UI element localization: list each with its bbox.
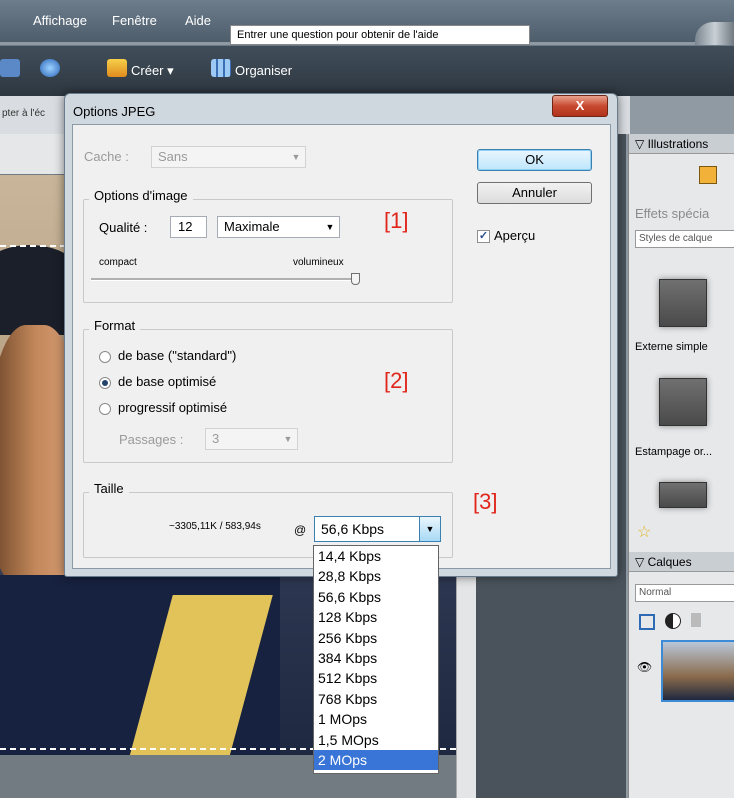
speed-option[interactable]: 1,5 MOps xyxy=(314,730,438,750)
dialog-title: Options JPEG xyxy=(73,104,156,119)
quality-label: Qualité : xyxy=(99,220,148,235)
menu-item-aide[interactable]: Aide xyxy=(185,13,211,28)
effect-thumbnail-2[interactable] xyxy=(659,378,707,426)
annotation-2: [2] xyxy=(384,368,409,393)
quality-preset-value: Maximale xyxy=(224,219,280,234)
matte-value: Sans xyxy=(158,149,188,164)
size-legend: Taille xyxy=(89,481,129,496)
scans-select: 3 ▼ xyxy=(205,428,298,450)
menu-bar: Affichage Fenêtre Aide Entrer une questi… xyxy=(0,0,734,45)
illustrations-icon[interactable] xyxy=(699,166,717,184)
ok-button[interactable]: OK xyxy=(477,149,592,171)
connection-speed-list: 14,4 Kbps 28,8 Kbps 56,6 Kbps 128 Kbps 256 K… xyxy=(313,545,439,774)
cancel-button[interactable]: Annuler xyxy=(477,182,592,204)
radio-label-baseline-optimized[interactable]: de base optimisé xyxy=(118,374,216,389)
close-button[interactable]: X xyxy=(552,95,608,117)
speed-option[interactable]: 56,6 Kbps xyxy=(314,587,438,607)
adjustment-layer-icon[interactable] xyxy=(665,613,681,629)
collapse-triangle-icon: ▽ xyxy=(635,555,645,569)
favorite-star-icon[interactable]: ☆ xyxy=(637,522,651,542)
collapse-triangle-icon: ▽ xyxy=(635,137,645,151)
radio-baseline-standard[interactable] xyxy=(99,351,111,363)
share-globe-icon[interactable] xyxy=(40,59,60,77)
menu-item-affichage[interactable]: Affichage xyxy=(33,13,87,28)
radio-label-progressive[interactable]: progressif optimisé xyxy=(118,400,227,415)
quality-slider-track[interactable] xyxy=(91,278,356,281)
blend-mode-select[interactable]: Normal xyxy=(635,584,734,602)
radio-label-baseline-standard[interactable]: de base ("standard") xyxy=(118,348,236,363)
speed-option[interactable]: 2 MOps xyxy=(314,749,438,771)
quality-preset-select[interactable]: Maximale ▼ xyxy=(217,216,340,238)
effect-label-2: Estampage or... xyxy=(635,446,713,458)
right-panel: ▽ Illustrations Effets spécia Styles de … xyxy=(628,134,734,798)
menu-item-fenetre[interactable]: Fenêtre xyxy=(112,13,157,28)
effect-label-1: Externe simple xyxy=(635,341,708,353)
size-estimate: ~3305,11K / 583,94s xyxy=(169,521,261,532)
speed-option[interactable]: 14,4 Kbps xyxy=(314,546,438,566)
speed-option[interactable]: 768 Kbps xyxy=(314,689,438,709)
help-search-input[interactable]: Entrer une question pour obtenir de l'ai… xyxy=(230,25,530,45)
quality-slider-thumb[interactable] xyxy=(351,273,360,285)
radio-progressive[interactable] xyxy=(99,403,111,415)
eye-icon[interactable]: 👁 xyxy=(637,660,652,674)
speed-option[interactable]: 1 MOps xyxy=(314,709,438,729)
speed-option[interactable]: 28,8 Kbps xyxy=(314,566,438,586)
layers-header[interactable]: ▽ Calques xyxy=(629,552,734,572)
illustrations-header[interactable]: ▽ Illustrations xyxy=(629,134,734,154)
speed-option[interactable]: 512 Kbps xyxy=(314,668,438,688)
scans-label: Passages : xyxy=(119,432,184,447)
effect-thumbnail-3[interactable] xyxy=(659,482,707,508)
annotation-1: [1] xyxy=(384,208,409,233)
format-legend: Format xyxy=(89,318,141,333)
preview-label[interactable]: Aperçu xyxy=(494,228,535,243)
trash-icon[interactable] xyxy=(691,613,701,627)
image-options-legend: Options d'image xyxy=(89,188,193,203)
quality-input[interactable]: 12 xyxy=(170,216,207,238)
jpeg-options-dialog: Options JPEG X Cache : Sans ▼ Options d'… xyxy=(64,93,618,577)
layers-label: Calques xyxy=(647,555,692,569)
new-layer-icon[interactable] xyxy=(639,614,655,630)
effect-thumbnail-1[interactable] xyxy=(659,279,707,327)
matte-select: Sans ▼ xyxy=(151,146,306,168)
illustrations-label: Illustrations xyxy=(647,137,709,151)
at-symbol: @ xyxy=(294,523,307,537)
speed-option[interactable]: 128 Kbps xyxy=(314,607,438,627)
styles-select[interactable]: Styles de calque xyxy=(635,230,734,248)
speed-option[interactable]: 256 Kbps xyxy=(314,628,438,648)
connection-speed-select[interactable]: 56,6 Kbps ▼ xyxy=(314,516,441,542)
fit-screen-button[interactable]: pter à l'éc xyxy=(2,108,45,119)
slider-min-label: compact xyxy=(99,257,137,268)
chevron-down-icon: ▼ xyxy=(283,434,293,444)
open-icon[interactable] xyxy=(0,59,20,77)
preview-checkbox[interactable]: ✓ xyxy=(477,230,490,243)
speed-option[interactable]: 384 Kbps xyxy=(314,648,438,668)
layer-thumbnail[interactable] xyxy=(661,640,734,702)
radio-baseline-optimized[interactable] xyxy=(99,377,111,389)
scans-value: 3 xyxy=(212,431,220,446)
create-button[interactable]: Créer ▾ xyxy=(131,63,174,79)
organize-button[interactable]: Organiser xyxy=(235,63,292,78)
chevron-down-icon[interactable]: ▼ xyxy=(419,517,440,541)
matte-label: Cache : xyxy=(84,149,129,164)
annotation-3: [3] xyxy=(473,489,498,514)
dialog-body: Cache : Sans ▼ Options d'image Qualité :… xyxy=(72,124,611,569)
checkmark-icon: ✓ xyxy=(478,230,489,242)
chevron-down-icon: ▼ xyxy=(291,152,301,162)
connection-speed-value: 56,6 Kbps xyxy=(321,521,385,537)
toolbar: Créer ▾ Organiser xyxy=(0,45,734,96)
create-icon[interactable] xyxy=(107,59,127,77)
effects-title: Effets spécia xyxy=(635,206,710,221)
organize-grid-icon[interactable] xyxy=(211,59,231,77)
chevron-down-icon: ▼ xyxy=(325,222,335,232)
slider-max-label: volumineux xyxy=(293,257,344,268)
